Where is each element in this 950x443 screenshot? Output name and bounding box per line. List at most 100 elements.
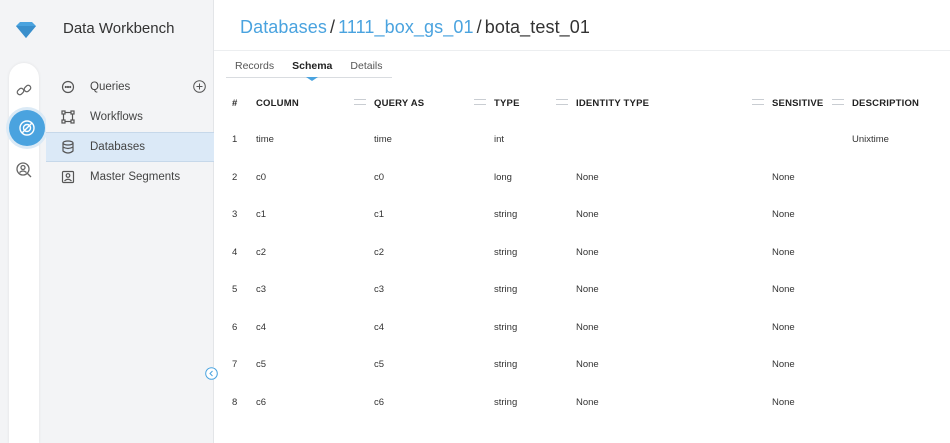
chat-icon <box>60 79 76 95</box>
cell-identity-type[interactable]: None <box>556 234 752 272</box>
nav-item-master-segments[interactable]: Master Segments <box>46 162 214 192</box>
cell-type: string <box>494 359 518 371</box>
cell-query-as[interactable]: c0 <box>354 159 474 197</box>
cell-type: long <box>494 171 512 183</box>
cell-description[interactable] <box>832 384 950 422</box>
header-type[interactable]: TYPE <box>474 85 556 121</box>
cell-identity-type[interactable] <box>556 121 752 159</box>
cell-type: string <box>494 321 518 333</box>
breadcrumb-databases[interactable]: Databases <box>240 17 327 37</box>
logo-icon <box>16 22 36 38</box>
cell-query-as[interactable]: c3 <box>354 271 474 309</box>
column-resize-handle[interactable] <box>556 98 568 105</box>
header-query-as[interactable]: QUERY AS <box>354 85 474 121</box>
cell-sensitive[interactable]: None <box>752 234 832 272</box>
nav-item-queries[interactable]: Queries <box>46 72 214 102</box>
header-description[interactable]: DESCRIPTION <box>832 85 950 121</box>
cell-identity-type[interactable]: None <box>556 346 752 384</box>
cell-description[interactable] <box>832 346 950 384</box>
tab-schema[interactable]: Schema <box>283 56 341 81</box>
cell-description[interactable] <box>832 271 950 309</box>
cell-column: c1 <box>256 209 267 221</box>
table-row[interactable]: 8 c6 c6 string None None <box>214 384 950 422</box>
column-resize-handle[interactable] <box>752 98 764 105</box>
cell-sensitive[interactable]: None <box>752 309 832 347</box>
cell-type: string <box>494 284 518 296</box>
cell-query-as[interactable]: c2 <box>354 234 474 272</box>
cell-num: 2 <box>232 171 238 183</box>
cell-identity-type[interactable]: None <box>556 384 752 422</box>
cell-query-as[interactable]: c1 <box>354 196 474 234</box>
breadcrumb: Databases/1111_box_gs_01/bota_test_01 <box>240 17 590 38</box>
app-rail <box>0 0 46 443</box>
cell-identity-type[interactable]: None <box>556 196 752 234</box>
cell-query-as[interactable]: c4 <box>354 309 474 347</box>
nav-list: Queries Workflows Databases Master Segme… <box>46 72 214 192</box>
link-icon[interactable] <box>13 79 35 101</box>
schema-table: # COLUMN QUERY AS TYPE IDENTITY TYPE SEN… <box>214 85 950 421</box>
cell-column: c5 <box>256 359 267 371</box>
cell-type: string <box>494 246 518 258</box>
nav-item-label: Master Segments <box>90 171 181 183</box>
cell-column: time <box>256 134 274 146</box>
column-resize-handle[interactable] <box>832 98 844 105</box>
breadcrumb-table: bota_test_01 <box>484 17 591 37</box>
table-row[interactable]: 3 c1 c1 string None None <box>214 196 950 234</box>
header-divider <box>214 50 950 51</box>
table-row[interactable]: 7 c5 c5 string None None <box>214 346 950 384</box>
header-column[interactable]: COLUMN <box>242 85 354 121</box>
nav-item-databases[interactable]: Databases <box>46 132 214 162</box>
audience-icon[interactable] <box>13 159 35 181</box>
tab-records[interactable]: Records <box>226 56 283 77</box>
table-row[interactable]: 1 time time int Unixtime <box>214 121 950 159</box>
column-resize-handle[interactable] <box>474 98 486 105</box>
cell-query-as[interactable]: c5 <box>354 346 474 384</box>
cell-description[interactable] <box>832 196 950 234</box>
header-sensitive[interactable]: SENSITIVE <box>752 85 832 121</box>
nav-item-workflows[interactable]: Workflows <box>46 102 214 132</box>
nav-panel <box>46 0 214 443</box>
tab-details[interactable]: Details <box>341 56 391 77</box>
cell-num: 7 <box>232 359 238 371</box>
cell-num: 6 <box>232 321 238 333</box>
column-resize-handle[interactable] <box>354 98 366 105</box>
cell-identity-type[interactable]: None <box>556 309 752 347</box>
cell-sensitive[interactable]: None <box>752 346 832 384</box>
cell-num: 1 <box>232 134 238 146</box>
table-row[interactable]: 2 c0 c0 long None None <box>214 159 950 197</box>
cell-description[interactable] <box>832 234 950 272</box>
cell-sensitive[interactable]: None <box>752 384 832 422</box>
cell-query-as[interactable]: time <box>354 121 474 159</box>
cell-sensitive[interactable]: None <box>752 196 832 234</box>
nav-item-label: Queries <box>90 81 131 93</box>
table-row[interactable]: 6 c4 c4 string None None <box>214 309 950 347</box>
cell-column: c6 <box>256 396 267 408</box>
add-query-icon[interactable] <box>193 80 206 93</box>
cell-type: string <box>494 396 518 408</box>
cell-identity-type[interactable]: None <box>556 271 752 309</box>
cell-identity-type[interactable]: None <box>556 159 752 197</box>
cell-sensitive[interactable] <box>752 121 832 159</box>
data-workbench-icon[interactable] <box>9 110 45 146</box>
cell-description[interactable] <box>832 159 950 197</box>
segment-icon <box>60 169 76 185</box>
cell-sensitive[interactable]: None <box>752 271 832 309</box>
cell-sensitive[interactable]: None <box>752 159 832 197</box>
cell-description[interactable] <box>832 309 950 347</box>
cell-query-as[interactable]: c6 <box>354 384 474 422</box>
cell-type: string <box>494 209 518 221</box>
cell-column: c2 <box>256 246 267 258</box>
cell-column: c3 <box>256 284 267 296</box>
header-identity-type[interactable]: IDENTITY TYPE <box>556 85 752 121</box>
cell-type: int <box>494 134 505 146</box>
nav-item-label: Databases <box>90 141 145 153</box>
cell-num: 8 <box>232 396 238 408</box>
header-num: # <box>232 97 238 109</box>
breadcrumb-database[interactable]: 1111_box_gs_01 <box>338 17 474 37</box>
table-row[interactable]: 4 c2 c2 string None None <box>214 234 950 272</box>
cell-column: c4 <box>256 321 267 333</box>
cell-num: 3 <box>232 209 238 221</box>
cell-description[interactable]: Unixtime <box>832 121 950 159</box>
breadcrumb-separator: / <box>329 17 336 37</box>
table-row[interactable]: 5 c3 c3 string None None <box>214 271 950 309</box>
